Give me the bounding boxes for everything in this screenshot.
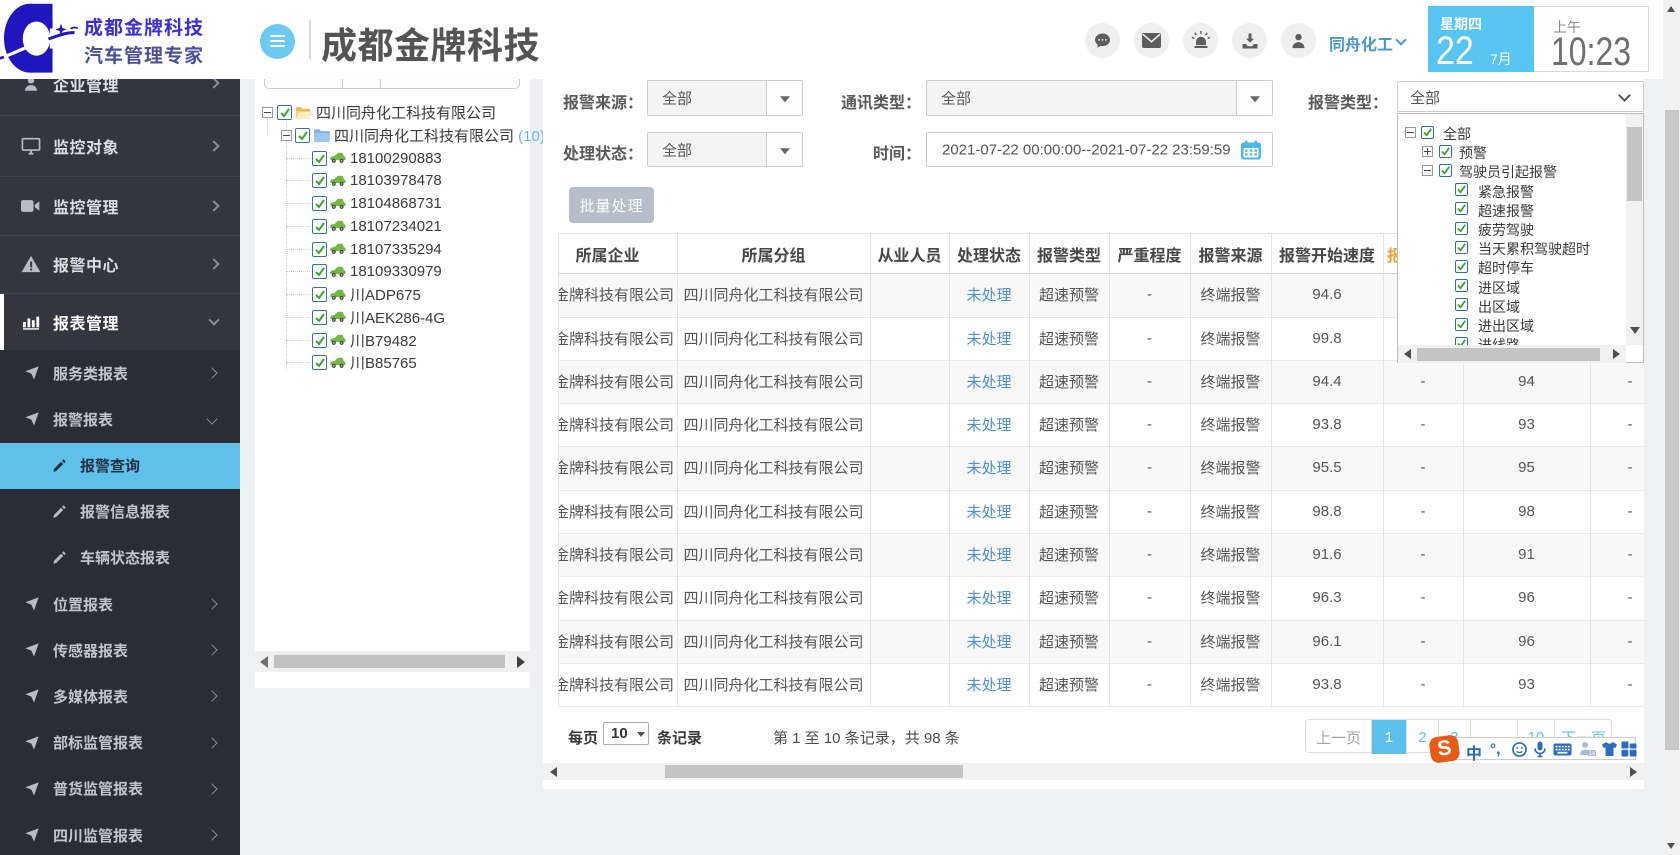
- svg-text:14: 14: [1589, 751, 1595, 757]
